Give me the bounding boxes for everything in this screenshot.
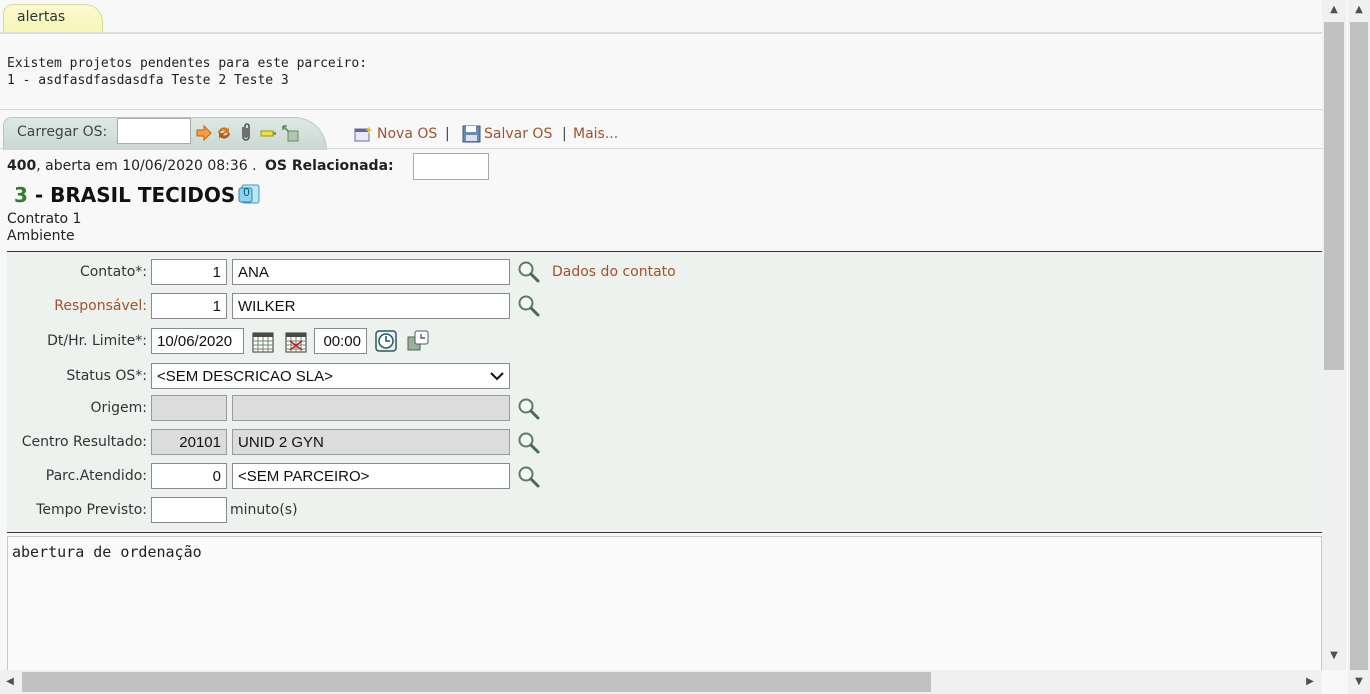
date-field[interactable]: 10/06/2020 bbox=[151, 328, 244, 354]
dt-limite-label: Dt/Hr. Limite*: bbox=[47, 333, 147, 349]
contato-label: Contato*: bbox=[79, 264, 147, 280]
new-os-icon[interactable] bbox=[354, 125, 374, 143]
search-icon[interactable] bbox=[517, 294, 541, 318]
client-name: - BRASIL TECIDOS bbox=[27, 183, 236, 207]
scroll-thumb[interactable] bbox=[1324, 22, 1344, 370]
parc-code-field[interactable]: 0 bbox=[151, 463, 227, 489]
save-os-link[interactable]: Salvar OS bbox=[484, 126, 552, 142]
centro-label: Centro Resultado: bbox=[21, 434, 147, 450]
scroll-up-icon[interactable]: ▲ bbox=[1326, 4, 1342, 15]
search-icon[interactable] bbox=[517, 465, 541, 489]
scroll-right-icon[interactable]: ▶ bbox=[1302, 676, 1318, 687]
scroll-left-icon[interactable]: ◀ bbox=[2, 676, 18, 687]
tempo-field[interactable] bbox=[151, 497, 227, 523]
tempo-unit: minuto(s) bbox=[230, 502, 298, 518]
contato-name-field[interactable]: ANA bbox=[232, 259, 510, 285]
calendar-clear-icon[interactable] bbox=[285, 331, 307, 353]
os-opened-text: , aberta em 10/06/2020 08:36 . bbox=[36, 158, 257, 174]
centro-code-field[interactable]: 20101 bbox=[151, 429, 227, 455]
search-icon[interactable] bbox=[517, 431, 541, 455]
calendar-icon[interactable] bbox=[252, 331, 274, 353]
new-os-link[interactable]: Nova OS bbox=[377, 126, 437, 142]
notes-count: 0 bbox=[243, 186, 250, 199]
contract-text: Contrato 1 bbox=[7, 211, 82, 227]
os-header: 400, aberta em 10/06/2020 08:36 . OS Rel… bbox=[7, 158, 394, 174]
clock-icon[interactable] bbox=[375, 330, 397, 352]
client-code: 3 bbox=[14, 183, 28, 207]
alert-message-detail: 1 - asdfasdfasdasdfa Teste 2 Teste 3 bbox=[7, 73, 289, 88]
toolbar-separator: | bbox=[562, 126, 567, 142]
divider bbox=[0, 109, 1322, 110]
origem-name-field[interactable] bbox=[232, 395, 510, 421]
horizontal-scrollbar[interactable]: ◀ ▶ bbox=[0, 670, 1322, 694]
contato-code-field[interactable]: 1 bbox=[151, 259, 227, 285]
time-field[interactable]: 00:00 bbox=[314, 328, 367, 354]
attachment-icon[interactable] bbox=[238, 123, 254, 143]
more-link[interactable]: Mais... bbox=[573, 126, 618, 142]
status-select-value: <SEM DESCRICAO SLA> bbox=[157, 367, 333, 385]
go-arrow-icon[interactable] bbox=[195, 124, 213, 142]
refresh-icon[interactable] bbox=[215, 124, 233, 142]
contact-details-link[interactable]: Dados do contato bbox=[552, 264, 676, 280]
toolbar-separator: | bbox=[445, 126, 450, 142]
inner-vertical-scrollbar[interactable]: ▲ ▼ bbox=[1322, 0, 1346, 670]
tab-alertas-label: alertas bbox=[17, 9, 66, 25]
scroll-down-icon[interactable]: ▼ bbox=[1326, 650, 1342, 661]
load-os-input[interactable] bbox=[117, 118, 191, 144]
load-os-label: Carregar OS: bbox=[17, 124, 108, 140]
alert-message-title: Existem projetos pendentes para este par… bbox=[7, 56, 368, 71]
related-os-input[interactable] bbox=[413, 153, 489, 180]
parc-name-field[interactable]: <SEM PARCEIRO> bbox=[232, 463, 510, 489]
centro-name-field[interactable]: UNID 2 GYN bbox=[232, 429, 510, 455]
scroll-thumb[interactable] bbox=[1350, 22, 1368, 670]
scroll-up-icon[interactable]: ▲ bbox=[1351, 4, 1367, 15]
divider bbox=[0, 32, 1322, 34]
divider bbox=[0, 148, 1322, 149]
environment-text: Ambiente bbox=[7, 228, 75, 244]
scroll-thumb[interactable] bbox=[22, 672, 931, 692]
responsavel-name-field[interactable]: WILKER bbox=[232, 293, 510, 319]
notes-icon[interactable]: 0 bbox=[238, 182, 262, 206]
search-icon[interactable] bbox=[517, 397, 541, 421]
highlight-icon[interactable] bbox=[259, 126, 277, 140]
restore-window-icon[interactable] bbox=[281, 124, 299, 142]
tempo-label: Tempo Previsto: bbox=[36, 502, 147, 518]
os-number: 400 bbox=[7, 158, 37, 174]
datetime-now-icon[interactable] bbox=[407, 330, 429, 352]
status-select[interactable]: <SEM DESCRICAO SLA> bbox=[151, 363, 510, 389]
related-os-label: OS Relacionada: bbox=[265, 158, 394, 174]
outer-vertical-scrollbar[interactable]: ▲ ▼ bbox=[1348, 0, 1370, 694]
client-title: 3 - BRASIL TECIDOS bbox=[14, 183, 235, 207]
scroll-down-icon[interactable]: ▼ bbox=[1351, 676, 1367, 687]
search-icon[interactable] bbox=[517, 260, 541, 284]
save-icon[interactable] bbox=[462, 125, 482, 143]
origem-code-field[interactable] bbox=[151, 395, 227, 421]
origem-label: Origem: bbox=[90, 400, 147, 416]
responsavel-code-field[interactable]: 1 bbox=[151, 293, 227, 319]
responsavel-label[interactable]: Responsável: bbox=[7, 298, 147, 314]
status-label: Status OS*: bbox=[66, 368, 147, 384]
parc-label: Parc.Atendido: bbox=[45, 468, 147, 484]
tab-alertas[interactable]: alertas bbox=[3, 4, 103, 33]
chevron-down-icon bbox=[490, 368, 504, 385]
description-textarea[interactable]: abertura de ordenação bbox=[7, 536, 1322, 676]
